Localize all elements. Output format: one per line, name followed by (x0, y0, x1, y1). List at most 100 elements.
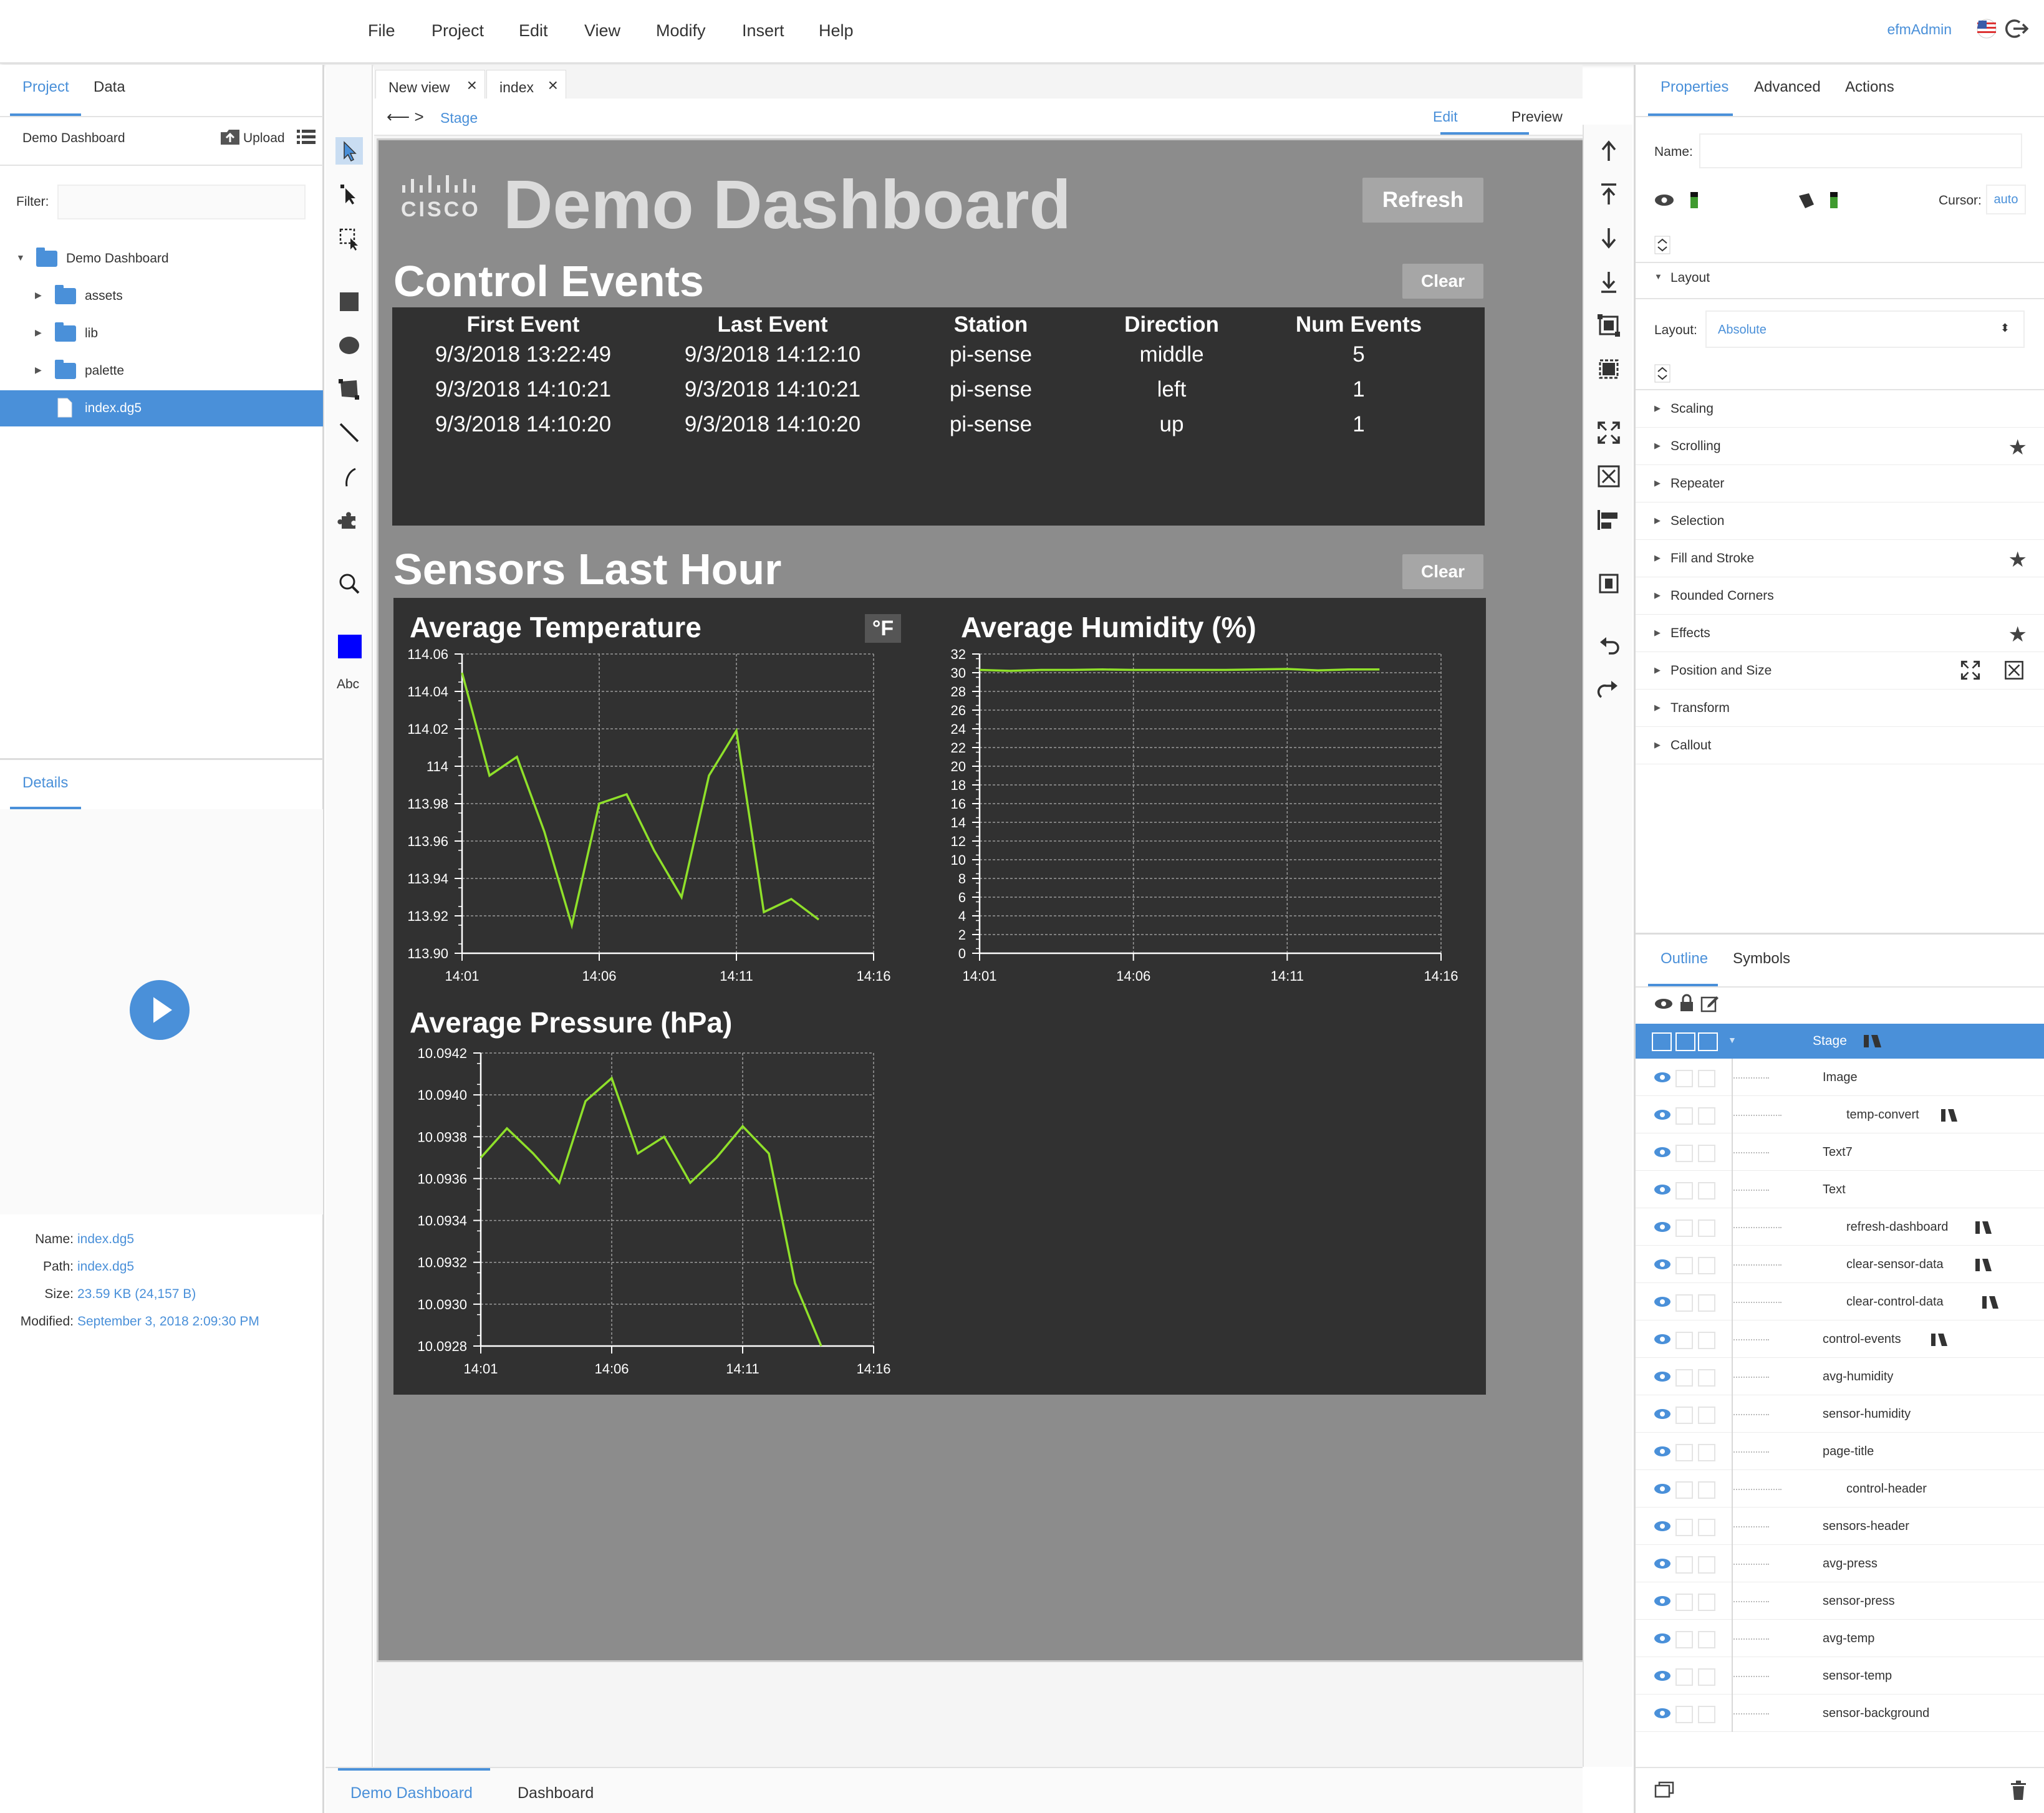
edit-checkbox[interactable] (1698, 1257, 1715, 1274)
tree-item-index-dg5[interactable]: index.dg5 (0, 390, 323, 426)
expanded-arrow-icon[interactable]: ▼ (1654, 272, 1662, 281)
visibility-eye-icon[interactable] (1654, 1596, 1670, 1606)
section-position-and-size[interactable]: ▶ Position and Size (1636, 652, 2044, 690)
lock-checkbox[interactable] (1675, 1594, 1693, 1611)
visibility-eye-icon[interactable] (1654, 1484, 1670, 1494)
collapsed-arrow-icon[interactable]: ▶ (35, 290, 42, 301)
bottom-tab-dashboard[interactable]: Dashboard (518, 1784, 594, 1802)
outline-item[interactable]: refresh-dashboard (1636, 1208, 2044, 1246)
lock-checkbox[interactable] (1675, 1407, 1693, 1424)
section-transform[interactable]: ▶ Transform (1636, 690, 2044, 727)
expanded-arrow-icon[interactable]: ▼ (16, 252, 25, 262)
lock-checkbox[interactable] (1675, 1107, 1693, 1125)
menu-modify[interactable]: Modify (656, 21, 706, 41)
direct-select-icon[interactable] (337, 182, 362, 207)
curve-tool-icon[interactable] (337, 464, 362, 489)
outline-item[interactable]: sensor-humidity (1636, 1395, 2044, 1433)
edit-checkbox[interactable] (1698, 1369, 1715, 1387)
expand-collapse-icon[interactable] (1654, 364, 1670, 383)
redo-icon[interactable] (1596, 677, 1621, 702)
fit-size-icon[interactable] (1960, 660, 1981, 681)
list-menu-icon[interactable] (297, 128, 316, 146)
menu-edit[interactable]: Edit (519, 21, 548, 41)
outline-item[interactable]: clear-control-data (1636, 1283, 2044, 1320)
visibility-eye-icon[interactable] (1654, 1259, 1670, 1269)
ungroup-icon[interactable] (1596, 357, 1621, 382)
text-tool[interactable]: Abc (337, 677, 359, 692)
visibility-eye-icon[interactable] (1654, 1147, 1670, 1157)
visibility-eye-icon[interactable] (1654, 1708, 1670, 1718)
back-arrow-icon[interactable]: ⟵ > (387, 107, 424, 127)
bring-forward-icon[interactable] (1596, 138, 1621, 163)
visibility-eye-icon[interactable] (1654, 1072, 1670, 1082)
filter-input[interactable] (57, 185, 306, 219)
fit-size-icon[interactable] (1596, 420, 1621, 445)
edit-checkbox[interactable] (1698, 1631, 1715, 1648)
marquee-select-icon[interactable] (337, 226, 362, 251)
visibility-eye-icon[interactable] (1654, 1409, 1670, 1419)
edit-icon[interactable] (1698, 1032, 1718, 1051)
zoom-icon[interactable] (337, 571, 362, 596)
outline-item[interactable]: control-events (1636, 1320, 2044, 1358)
detail-value[interactable]: index.dg5 (77, 1232, 134, 1247)
lock-checkbox[interactable] (1675, 1294, 1693, 1312)
duplicate-icon[interactable] (1654, 1781, 1674, 1799)
pointer-toggle[interactable] (1830, 192, 1838, 208)
visibility-eye-icon[interactable] (1654, 1185, 1670, 1195)
menu-view[interactable]: View (584, 21, 620, 41)
refresh-button[interactable]: Refresh (1362, 178, 1483, 223)
lock-checkbox[interactable] (1675, 1631, 1693, 1648)
group-icon[interactable] (1596, 313, 1621, 338)
lock-checkbox[interactable] (1675, 1145, 1693, 1162)
expand-collapse-icon[interactable] (1654, 236, 1670, 254)
trash-icon[interactable] (2010, 1781, 2027, 1801)
doc-tab-index[interactable]: index × (486, 70, 566, 99)
section-callout[interactable]: ▶ Callout (1636, 727, 2044, 764)
play-icon[interactable] (128, 979, 191, 1041)
breadcrumb-stage[interactable]: Stage (440, 110, 478, 127)
lock-checkbox[interactable] (1675, 1668, 1693, 1686)
mouse-pointer-icon[interactable] (1796, 191, 1816, 209)
tab-outline[interactable]: Outline (1661, 950, 1708, 968)
lock-checkbox[interactable] (1675, 1556, 1693, 1574)
tab-project[interactable]: Project (22, 79, 69, 96)
edit-checkbox[interactable] (1698, 1332, 1715, 1349)
outline-item[interactable]: temp-convert (1636, 1096, 2044, 1133)
visibility-eye-icon[interactable] (1654, 1521, 1670, 1531)
edit-checkbox[interactable] (1698, 1294, 1715, 1312)
lock-checkbox[interactable] (1675, 1519, 1693, 1536)
edit-checkbox[interactable] (1698, 1182, 1715, 1200)
menu-insert[interactable]: Insert (742, 21, 784, 41)
menu-help[interactable]: Help (819, 21, 854, 41)
outline-item[interactable]: clear-sensor-data (1636, 1246, 2044, 1283)
doc-tab-new-view[interactable]: New view × (375, 70, 485, 99)
edit-checkbox[interactable] (1698, 1556, 1715, 1574)
detail-value[interactable]: index.dg5 (77, 1259, 134, 1274)
lock-checkbox[interactable] (1675, 1219, 1693, 1237)
outline-item[interactable]: Image (1636, 1059, 2044, 1096)
section-scaling[interactable]: ▶ Scaling (1636, 390, 2044, 428)
section-rounded-corners[interactable]: ▶ Rounded Corners (1636, 577, 2044, 615)
close-icon[interactable]: × (467, 75, 477, 95)
tab-symbols[interactable]: Symbols (1733, 950, 1790, 968)
section-repeater[interactable]: ▶ Repeater (1636, 465, 2044, 503)
visibility-eye-icon[interactable] (1654, 1671, 1670, 1681)
tab-details[interactable]: Details (22, 774, 68, 792)
visibility-eye-icon[interactable] (1654, 1559, 1670, 1569)
edit-checkbox[interactable] (1698, 1668, 1715, 1686)
lock-checkbox[interactable] (1675, 1070, 1693, 1087)
edit-checkbox[interactable] (1698, 1444, 1715, 1461)
outline-item[interactable]: avg-humidity (1636, 1358, 2044, 1395)
section-effects[interactable]: ▶ Effects ★ (1636, 615, 2044, 652)
collapsed-arrow-icon[interactable]: ▶ (35, 365, 42, 375)
star-icon[interactable]: ★ (2008, 435, 2027, 460)
edit-checkbox[interactable] (1698, 1481, 1715, 1499)
section-fill-and-stroke[interactable]: ▶ Fill and Stroke ★ (1636, 540, 2044, 577)
close-icon[interactable]: × (548, 75, 558, 95)
star-icon[interactable]: ★ (2008, 547, 2027, 572)
name-input[interactable] (1699, 133, 2022, 168)
flag-icon[interactable] (1977, 19, 1997, 39)
visibility-eye-icon[interactable] (1654, 1446, 1670, 1456)
visibility-eye-icon[interactable] (1652, 1032, 1672, 1051)
clip-icon[interactable] (2003, 660, 2025, 681)
